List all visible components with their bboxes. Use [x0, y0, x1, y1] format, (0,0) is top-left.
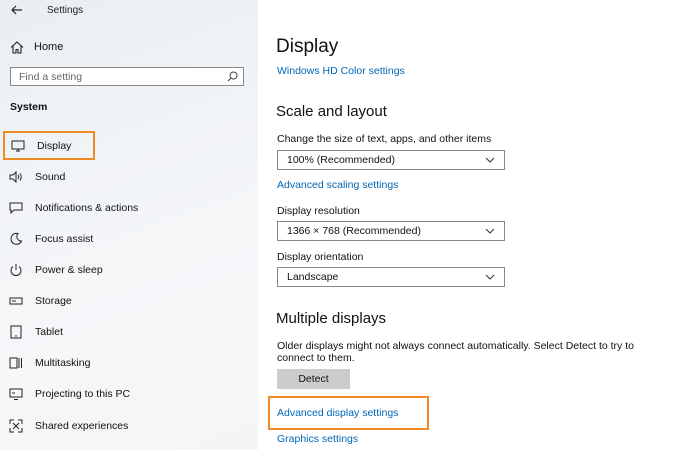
sidebar-item-label: Shared experiences [35, 420, 129, 432]
main-content: Display Windows HD Color settings Scale … [258, 0, 700, 450]
sidebar-item-storage[interactable]: Storage [8, 291, 72, 311]
scale-layout-heading: Scale and layout [276, 103, 387, 120]
graphics-settings-link[interactable]: Graphics settings [277, 433, 358, 445]
moon-icon [8, 231, 24, 247]
sidebar-item-label: Multitasking [35, 357, 91, 369]
power-icon [8, 262, 24, 278]
sidebar-item-label: Power & sleep [35, 264, 103, 276]
monitor-icon [10, 138, 26, 154]
section-label-system: System [10, 101, 48, 113]
chevron-down-icon [483, 224, 497, 238]
resolution-dropdown[interactable]: 1366 × 768 (Recommended) [277, 221, 505, 241]
scale-label: Change the size of text, apps, and other… [277, 133, 492, 145]
sidebar-item-focus-assist[interactable]: Focus assist [8, 229, 93, 249]
sidebar-item-label: Tablet [35, 326, 64, 338]
resolution-dropdown-value: 1366 × 768 (Recommended) [287, 225, 421, 237]
multiple-displays-heading: Multiple displays [276, 310, 387, 327]
speaker-icon [8, 169, 24, 185]
multiple-displays-description: Older displays might not always connect … [277, 340, 634, 364]
back-arrow-icon [11, 5, 22, 15]
search-icon[interactable] [225, 70, 239, 84]
sidebar-item-sound[interactable]: Sound [8, 167, 65, 187]
sidebar-item-tablet[interactable]: Tablet [8, 322, 63, 342]
back-button[interactable] [10, 3, 24, 17]
chevron-down-icon [483, 270, 497, 284]
sidebar-item-label: Notifications & actions [35, 202, 139, 214]
sidebar-item-shared-experiences[interactable]: Shared experiences [8, 416, 128, 436]
sidebar-item-display[interactable]: Display [3, 131, 95, 160]
orientation-label: Display orientation [277, 251, 364, 263]
orientation-dropdown[interactable]: Landscape [277, 267, 505, 287]
title-bar: Settings [0, 0, 258, 22]
resolution-label: Display resolution [277, 205, 360, 217]
sidebar-item-label: Sound [35, 171, 66, 183]
scale-dropdown-value: 100% (Recommended) [287, 154, 395, 166]
sidebar-item-notifications[interactable]: Notifications & actions [8, 198, 138, 218]
projector-icon [8, 386, 24, 402]
page-title: Display [276, 36, 339, 57]
multitasking-icon [8, 355, 24, 371]
sidebar-item-projecting[interactable]: Projecting to this PC [8, 384, 130, 404]
tablet-icon [8, 324, 24, 340]
sidebar-item-label: Focus assist [35, 233, 94, 245]
advanced-display-settings-link[interactable]: Advanced display settings [277, 407, 398, 419]
sidebar-item-multitasking[interactable]: Multitasking [8, 353, 90, 373]
sidebar-item-label: Storage [35, 295, 72, 307]
orientation-dropdown-value: Landscape [287, 271, 339, 283]
search-placeholder: Find a setting [19, 70, 83, 83]
sidebar-item-label: Display [37, 139, 72, 152]
advanced-scaling-link[interactable]: Advanced scaling settings [277, 179, 398, 191]
sidebar-item-label: Projecting to this PC [35, 388, 131, 400]
home-button[interactable]: Home [10, 40, 63, 54]
scale-dropdown[interactable]: 100% (Recommended) [277, 150, 505, 170]
hd-color-settings-link[interactable]: Windows HD Color settings [277, 65, 405, 77]
app-title: Settings [47, 5, 84, 16]
sidebar-item-power-sleep[interactable]: Power & sleep [8, 260, 103, 280]
search-input[interactable]: Find a setting [10, 67, 244, 86]
sidebar: Settings Home Find a setting System Disp… [0, 0, 258, 450]
shared-icon [8, 418, 24, 434]
home-icon [10, 40, 24, 54]
storage-icon [8, 293, 24, 309]
detect-button[interactable]: Detect [277, 369, 350, 389]
home-label: Home [34, 41, 64, 53]
notification-icon [8, 200, 24, 216]
chevron-down-icon [483, 153, 497, 167]
